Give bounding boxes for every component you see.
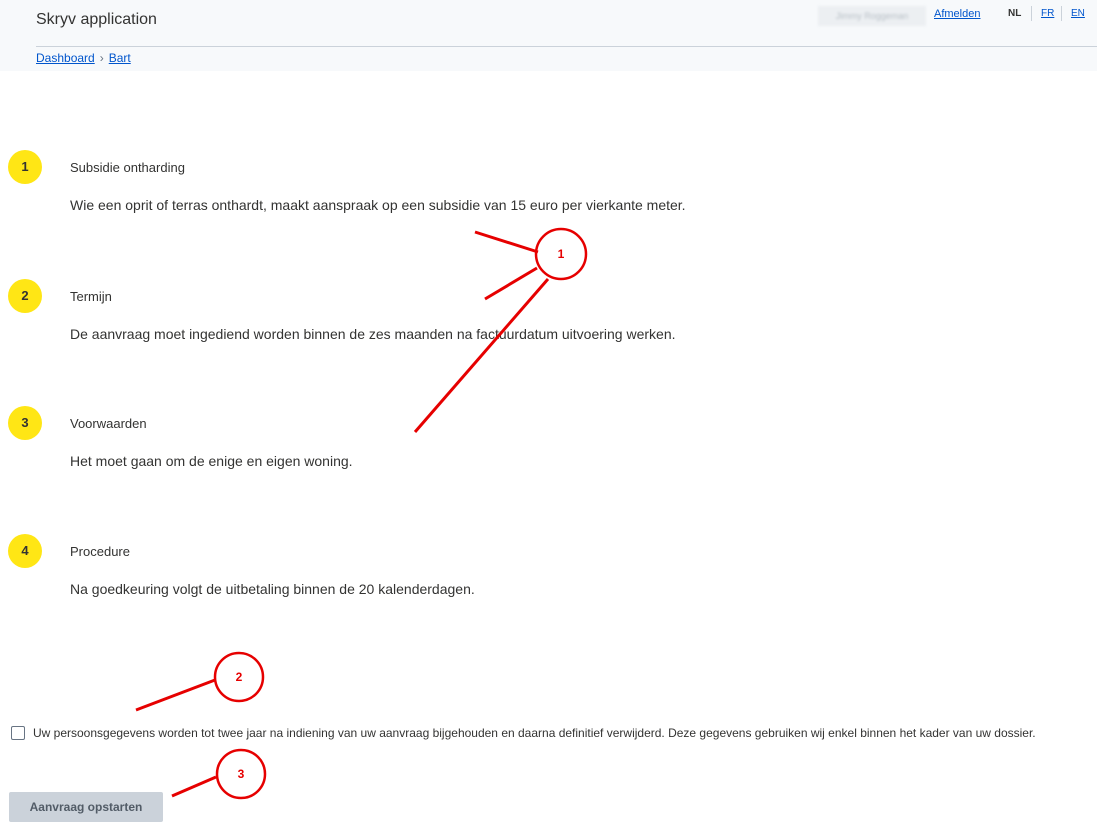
annotation-label: 1 [558,247,565,261]
annotation-arrow [484,266,538,301]
annotation-label: 3 [238,767,245,781]
annotation-arrow [135,678,216,712]
annotation-arrow [474,230,539,254]
annotation-overlay: 1 2 3 [135,227,588,800]
annotation-label: 2 [236,670,243,684]
annotation-arrow [171,775,217,798]
annotation-arrow [413,278,550,433]
